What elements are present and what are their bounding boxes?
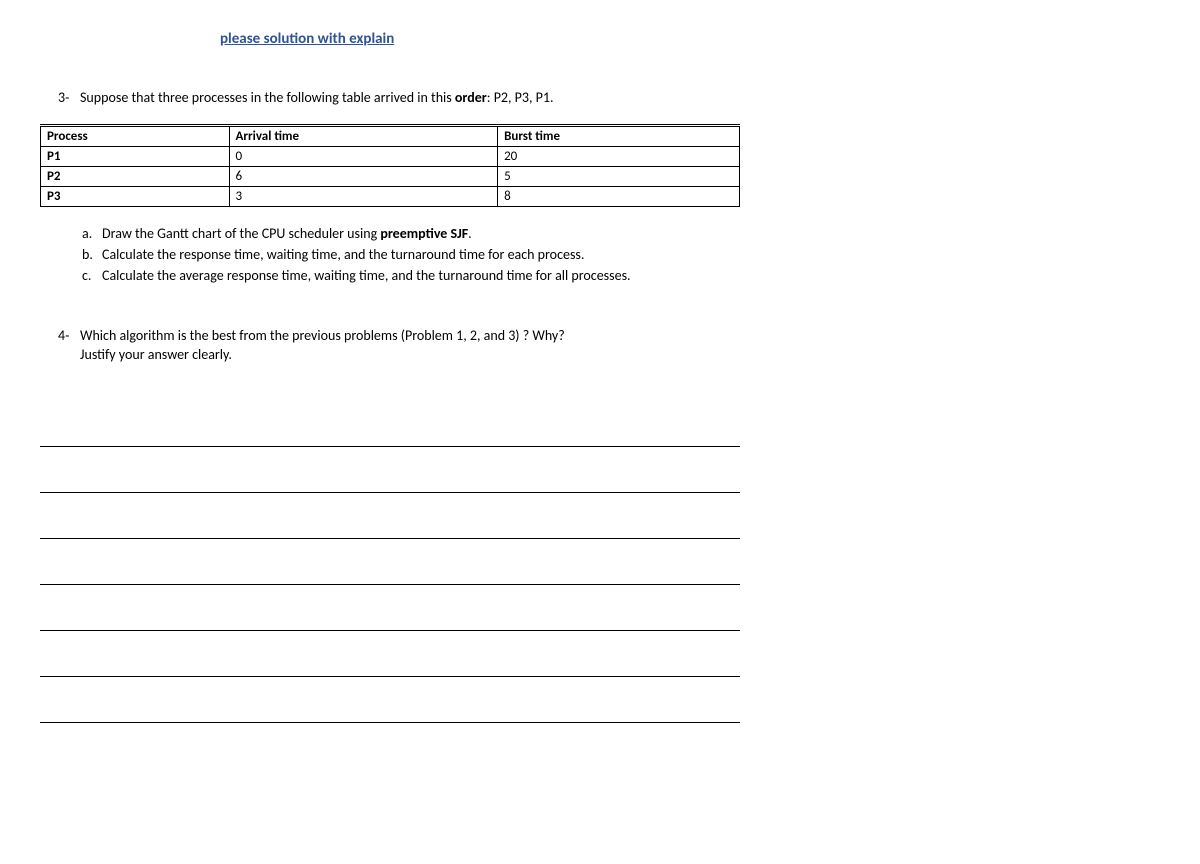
q3-marker: 3-: [58, 88, 80, 108]
sub-a-after: .: [468, 225, 472, 242]
question-4: 4- Which algorithm is the best from the …: [40, 326, 740, 365]
sub-c: c. Calculate the average response time, …: [82, 265, 740, 286]
cell-process: P3: [41, 186, 230, 206]
q3-text-after: : P2, P3, P1.: [487, 89, 554, 106]
q3-bold: order: [455, 89, 487, 106]
answer-line: [40, 539, 740, 585]
cell-process: P2: [41, 166, 230, 186]
q4-line1: Which algorithm is the best from the pre…: [80, 327, 565, 344]
cell-process: P1: [41, 146, 230, 166]
cell-burst: 20: [498, 146, 740, 166]
q3-text: Suppose that three processes in the foll…: [80, 88, 740, 108]
cell-burst: 8: [498, 186, 740, 206]
answer-line: [40, 447, 740, 493]
table-row: P3 3 8: [41, 186, 740, 206]
table-header-row: Process Arrival time Burst time: [41, 125, 740, 146]
q3-sub-questions: a. Draw the Gantt chart of the CPU sched…: [82, 223, 740, 286]
cell-arrival: 6: [229, 166, 498, 186]
question-3: 3- Suppose that three processes in the f…: [40, 88, 740, 108]
sub-a-text: Draw the Gantt chart of the CPU schedule…: [102, 223, 472, 244]
answer-line: [40, 631, 740, 677]
cell-arrival: 3: [229, 186, 498, 206]
answer-line: [40, 677, 740, 723]
sub-b-marker: b.: [82, 244, 102, 265]
question-4-prompt: 4- Which algorithm is the best from the …: [58, 326, 740, 365]
sub-a-bold: preemptive SJF: [380, 225, 468, 242]
th-process: Process: [41, 125, 230, 146]
sub-c-text: Calculate the average response time, wai…: [102, 265, 631, 286]
q4-line2: Justify your answer clearly.: [80, 346, 232, 363]
sub-a-marker: a.: [82, 223, 102, 244]
question-3-prompt: 3- Suppose that three processes in the f…: [58, 88, 740, 108]
process-table: Process Arrival time Burst time P1 0 20 …: [40, 124, 740, 207]
title-heading: please solution with explain: [220, 30, 740, 48]
sub-b: b. Calculate the response time, waiting …: [82, 244, 740, 265]
sub-b-text: Calculate the response time, waiting tim…: [102, 244, 584, 265]
table-row: P1 0 20: [41, 146, 740, 166]
document-page: please solution with explain 3- Suppose …: [40, 30, 740, 723]
cell-arrival: 0: [229, 146, 498, 166]
cell-burst: 5: [498, 166, 740, 186]
q4-marker: 4-: [58, 326, 80, 365]
th-burst: Burst time: [498, 125, 740, 146]
answer-line: [40, 401, 740, 447]
answer-lines: [40, 401, 740, 723]
answer-line: [40, 493, 740, 539]
q3-text-before: Suppose that three processes in the foll…: [80, 89, 455, 106]
sub-a-before: Draw the Gantt chart of the CPU schedule…: [102, 225, 380, 242]
q4-text: Which algorithm is the best from the pre…: [80, 326, 740, 365]
table-row: P2 6 5: [41, 166, 740, 186]
sub-a: a. Draw the Gantt chart of the CPU sched…: [82, 223, 740, 244]
sub-c-marker: c.: [82, 265, 102, 286]
th-arrival: Arrival time: [229, 125, 498, 146]
answer-line: [40, 585, 740, 631]
